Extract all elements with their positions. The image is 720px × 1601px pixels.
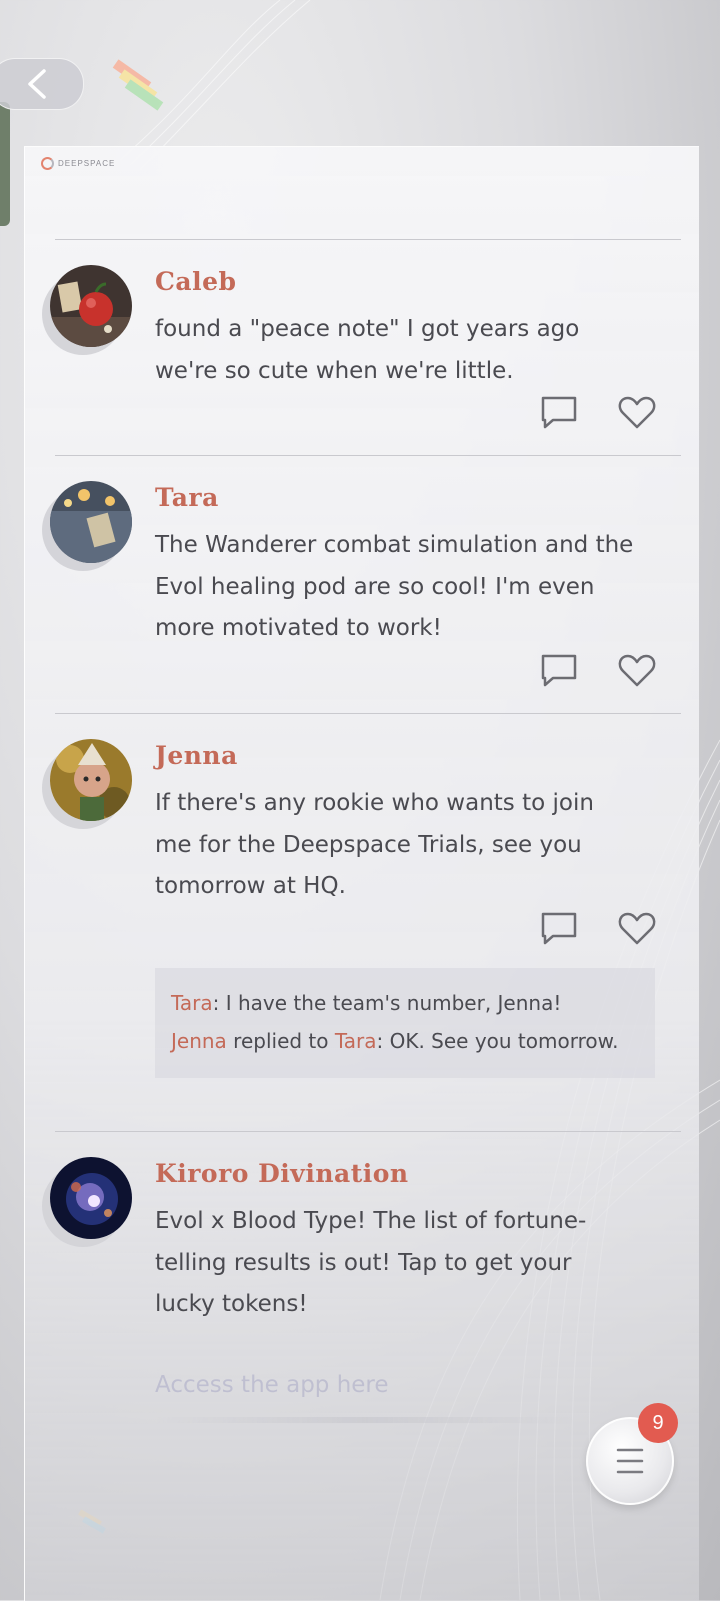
- brand-header: DEEPSPACE: [41, 157, 115, 170]
- post-text: found a "peace note" I got years ago we'…: [155, 316, 580, 384]
- side-tab[interactable]: [0, 102, 10, 226]
- notification-badge: 9: [638, 1403, 678, 1443]
- reply-item: Jenna replied to Tara: OK. See you tomor…: [171, 1022, 639, 1060]
- reply-text: : OK. See you tomorrow.: [376, 1029, 619, 1053]
- reply-connector: replied to: [226, 1029, 335, 1053]
- card-photo-icon: [50, 481, 132, 563]
- like-heart-icon[interactable]: [617, 653, 657, 689]
- avatar[interactable]: [50, 1157, 132, 1239]
- chevron-left-icon: [28, 69, 46, 99]
- like-heart-icon[interactable]: [617, 395, 657, 431]
- avatar[interactable]: [50, 739, 132, 821]
- like-heart-icon[interactable]: [617, 911, 657, 947]
- comment-icon[interactable]: [539, 653, 579, 689]
- reply-author-link[interactable]: Jenna: [171, 1029, 227, 1053]
- apple-photo-icon: [50, 265, 132, 347]
- menu-lines-icon: [616, 1448, 644, 1474]
- back-button[interactable]: [0, 58, 84, 110]
- divider: [55, 455, 681, 456]
- access-app-link[interactable]: Access the app here: [155, 1372, 389, 1398]
- reply-target-link[interactable]: Tara: [335, 1029, 377, 1053]
- comment-icon[interactable]: [539, 911, 579, 947]
- divider: [55, 1131, 681, 1132]
- post-author[interactable]: Caleb: [155, 267, 236, 296]
- reply-author-link[interactable]: Tara: [171, 991, 213, 1015]
- post-author[interactable]: Jenna: [155, 741, 238, 770]
- post-text: The Wanderer combat simulation and the E…: [155, 532, 634, 641]
- avatar[interactable]: [50, 481, 132, 563]
- avatar[interactable]: [50, 265, 132, 347]
- figurine-photo-icon: [50, 739, 132, 821]
- link-underline: [155, 1417, 575, 1423]
- galaxy-icon: [50, 1157, 132, 1239]
- post-author[interactable]: Tara: [155, 483, 219, 512]
- reply-thread[interactable]: Tara: I have the team's number, Jenna! J…: [155, 968, 655, 1078]
- post-text: Evol x Blood Type! The list of fortune-t…: [155, 1208, 587, 1317]
- brand-name: DEEPSPACE: [58, 159, 116, 168]
- brand-logo-icon: [41, 157, 54, 170]
- divider: [55, 239, 681, 240]
- divider: [55, 713, 681, 714]
- reply-item: Tara: I have the team's number, Jenna!: [171, 984, 639, 1022]
- post-author[interactable]: Kiroro Divination: [155, 1159, 409, 1188]
- feed-panel: DEEPSPACE Caleb found a "peace note" I g…: [24, 146, 699, 1601]
- reply-text: : I have the team's number, Jenna!: [212, 991, 562, 1015]
- comment-icon[interactable]: [539, 395, 579, 431]
- post-text: If there's any rookie who wants to join …: [155, 790, 594, 899]
